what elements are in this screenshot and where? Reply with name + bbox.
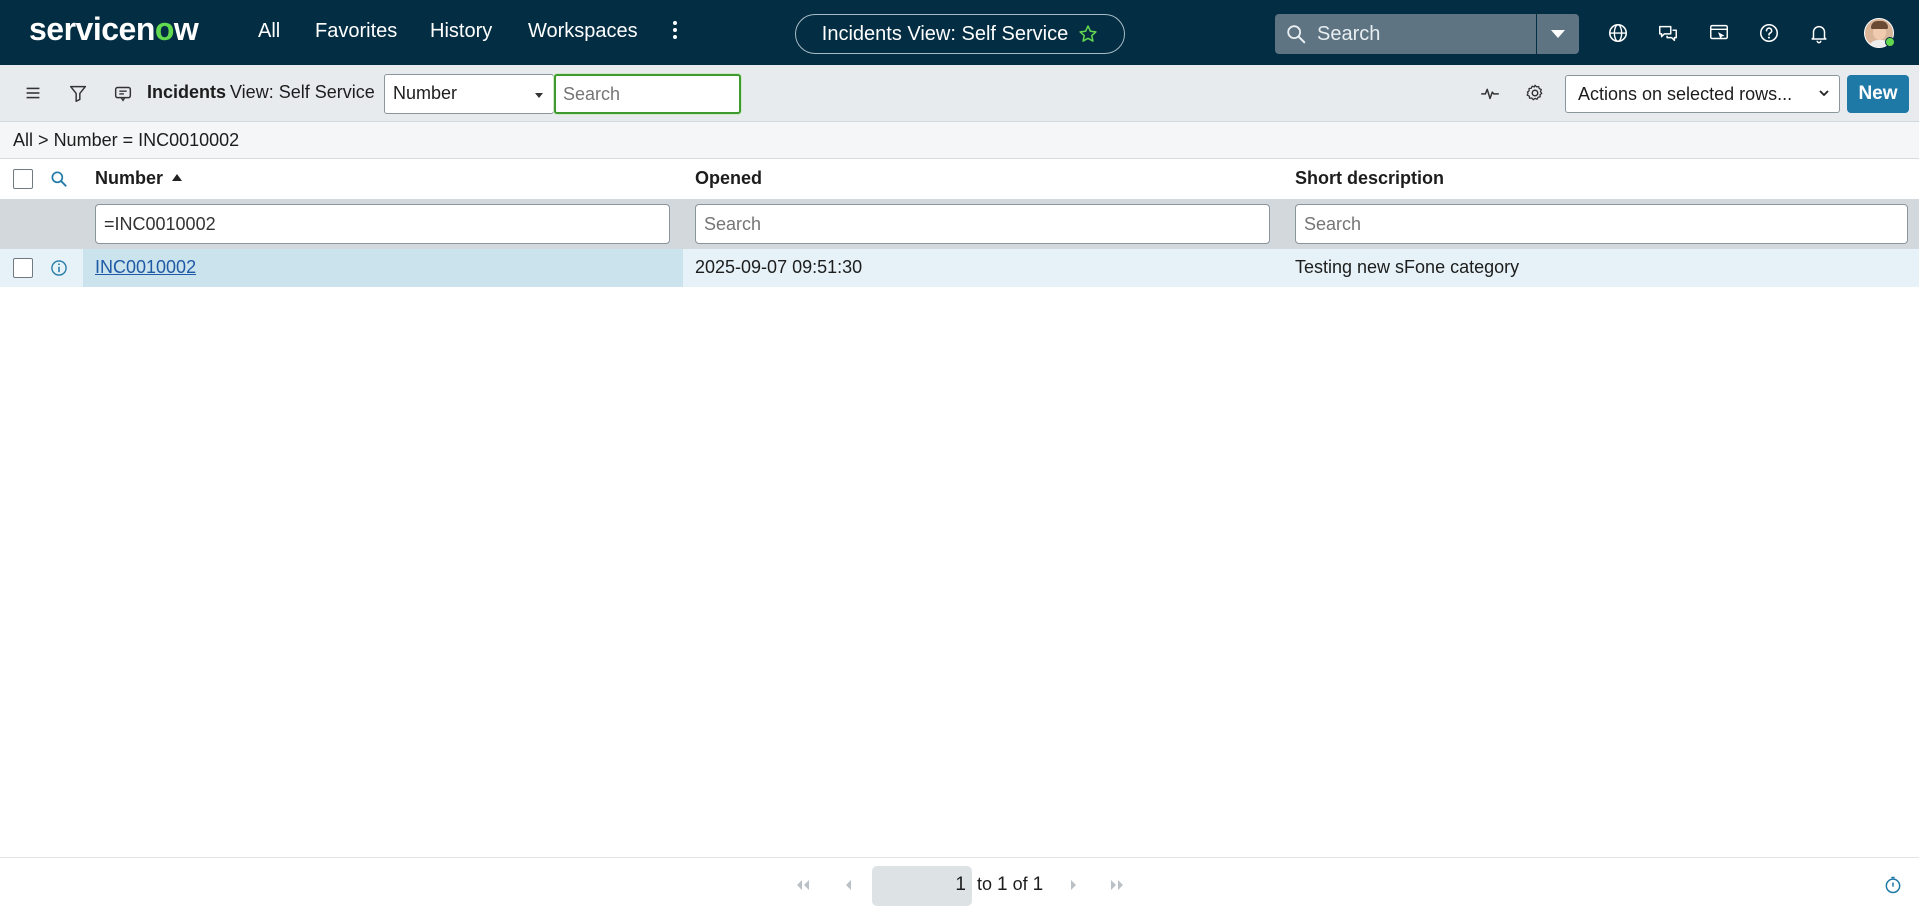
more-menu-icon[interactable] [668,18,682,44]
global-search-placeholder: Search [1317,22,1381,45]
opened-cell: 2025-09-07 09:51:30 [695,257,863,277]
pagination-total: 1 [1032,874,1044,895]
top-header: servicenow All Favorites History Workspa… [0,0,1919,65]
search-icon [1287,25,1306,44]
chevron-down-icon [1819,90,1829,97]
list-context-icon[interactable] [112,82,134,104]
table-header: Number Opened Short description [0,159,1919,199]
table-row[interactable]: INC0010002 2025-09-07 09:51:30 Testing n… [0,249,1919,287]
actions-on-selected-rows-select[interactable]: Actions on selected rows... [1565,75,1840,113]
list-toolbar: Incidents View: Self Service Number Acti… [0,65,1919,122]
list-search-input[interactable] [554,74,741,114]
search-field-value: Number [393,83,458,103]
next-page-icon[interactable] [1064,876,1084,894]
bell-icon[interactable] [1808,22,1830,44]
pagination-range-end: 1 [997,874,1008,895]
short-description-cell: Testing new sFone category [1295,257,1520,277]
last-page-icon[interactable] [1108,876,1128,894]
nav-history[interactable]: History [430,20,492,43]
search-field-select[interactable]: Number [384,74,554,114]
sort-ascending-icon [172,174,183,181]
screen-share-icon[interactable] [1708,22,1730,44]
pagination-to-label: to [977,874,993,894]
row-select-checkbox[interactable] [13,258,33,278]
hamburger-menu-icon[interactable] [22,82,44,104]
breadcrumb-condition[interactable]: Number = INC0010002 [54,130,240,150]
globe-icon[interactable] [1607,22,1629,44]
first-page-icon[interactable] [792,876,812,894]
incident-number-link[interactable]: INC0010002 [95,257,196,278]
nav-workspaces[interactable]: Workspaces [528,20,638,43]
global-search-input[interactable]: Search [1275,14,1536,54]
current-page-input[interactable]: 1 [872,866,972,906]
pagination-footer: 1 to 1 of 1 [0,857,1919,911]
help-icon[interactable] [1758,22,1780,44]
column-filter-row [0,199,1919,249]
breadcrumb-root[interactable]: All [13,130,33,150]
breadcrumb-separator: > [38,130,49,150]
opened-filter-input[interactable] [695,204,1270,244]
filter-icon[interactable] [67,82,89,104]
caret-down-icon [535,93,543,98]
star-icon[interactable] [1078,24,1098,44]
activity-pulse-icon[interactable] [1479,82,1501,104]
chat-icon[interactable] [1657,22,1679,44]
info-icon[interactable] [49,258,69,278]
context-title-pill[interactable]: Incidents View: Self Service [795,14,1125,54]
list-title[interactable]: Incidents [147,82,226,103]
column-header-opened[interactable]: Opened [695,168,762,189]
pagination-range: to 1 of 1 [977,874,1043,896]
select-all-checkbox[interactable] [13,169,33,189]
servicenow-logo[interactable]: servicenow [29,11,199,48]
gear-icon[interactable] [1524,82,1546,104]
online-status-indicator [1885,37,1895,47]
search-icon[interactable] [49,169,69,189]
number-filter-input[interactable] [95,204,670,244]
previous-page-icon[interactable] [838,876,858,894]
short-description-filter-input[interactable] [1295,204,1908,244]
nav-favorites[interactable]: Favorites [315,20,397,43]
breadcrumb: All > Number = INC0010002 [0,122,1919,159]
column-number-label: Number [95,168,164,188]
new-button[interactable]: New [1847,75,1909,113]
response-time-icon[interactable] [1883,875,1903,895]
pagination-of-label: of [1012,874,1028,894]
column-header-number[interactable]: Number [95,168,183,189]
context-title: Incidents View: Self Service [821,22,1069,45]
column-header-short-description[interactable]: Short description [1295,168,1444,189]
nav-all[interactable]: All [258,20,280,43]
actions-select-value: Actions on selected rows... [1578,84,1793,104]
caret-down-icon [1551,30,1565,38]
list-view-label: View: Self Service [230,82,375,102]
search-scope-dropdown[interactable] [1536,14,1579,54]
